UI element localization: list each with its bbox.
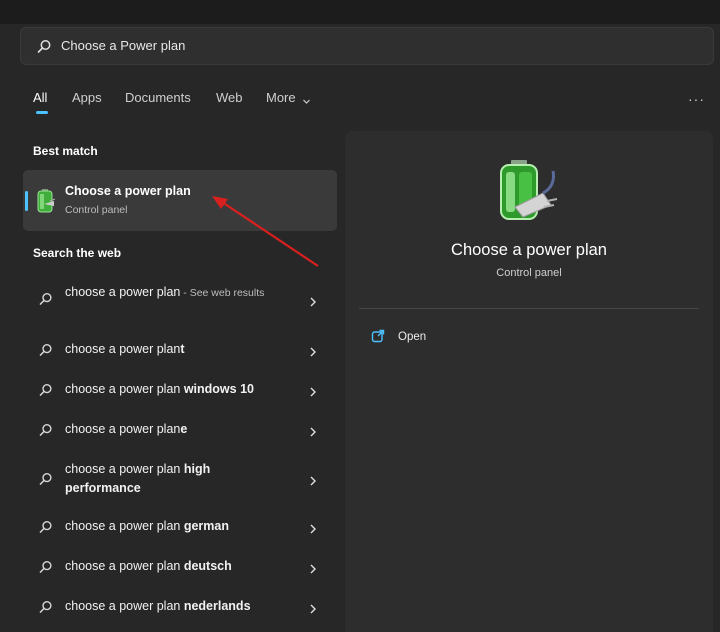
search-icon [39,600,53,619]
best-match-subtitle: Control panel [65,204,128,216]
search-icon [39,472,53,491]
chevron-right-icon[interactable] [309,384,317,402]
preview-panel: Choose a power plan Control panel Open [345,131,713,632]
search-web-label: Search the web [33,246,122,260]
search-icon [39,423,53,442]
web-result-0[interactable]: choose a power plan - See web results [23,276,337,324]
search-icon [39,343,53,362]
chevron-right-icon[interactable] [309,344,317,362]
web-result-5[interactable]: choose a power plan german [23,517,337,537]
preview-title: Choose a power plan [451,241,607,259]
chevron-right-icon[interactable] [309,424,317,442]
search-icon [39,520,53,539]
web-result-text: choose a power plan [65,285,181,299]
open-external-icon[interactable] [371,329,385,348]
tab-apps[interactable]: Apps [72,90,102,105]
selection-accent [25,191,28,211]
web-result-suggestion: e [180,422,188,436]
search-icon [39,292,53,311]
web-result-suggestion: windows 10 [180,382,254,396]
chevron-right-icon[interactable] [309,294,317,312]
chevron-down-icon[interactable] [302,93,311,111]
search-box[interactable]: Choose a Power plan [20,27,714,65]
web-result-text: choose a power plan [65,599,181,613]
search-icon [37,39,52,59]
battery-plug-icon [497,157,561,228]
tab-more[interactable]: More [266,90,296,105]
best-match-title: Choose a power plan [65,184,191,198]
web-result-3[interactable]: choose a power plane [23,420,337,440]
web-result-text: choose a power plan [65,422,181,436]
preview-subtitle: Control panel [496,267,562,279]
divider [359,308,699,309]
web-result-text: choose a power plan [65,382,181,396]
web-result-text: choose a power plan [65,462,181,476]
top-band [0,0,720,24]
tab-web[interactable]: Web [216,90,243,105]
active-tab-indicator [36,111,48,114]
more-options-button[interactable]: ··· [688,91,705,107]
best-match-item[interactable]: Choose a power plan Control panel [23,170,337,231]
search-icon [39,560,53,579]
tab-documents[interactable]: Documents [125,90,191,105]
tab-all[interactable]: All [33,90,47,105]
web-result-suggestion: nederlands [180,599,251,613]
chevron-right-icon[interactable] [309,601,317,619]
web-result-suggestion: t [180,342,185,356]
web-result-2[interactable]: choose a power plan windows 10 [23,380,337,400]
search-icon [39,383,53,402]
web-result-suffix: - See web results [180,287,265,299]
search-input[interactable]: Choose a Power plan [61,38,185,53]
open-action[interactable]: Open [398,331,426,343]
web-result-7[interactable]: choose a power plan nederlands [23,597,337,617]
chevron-right-icon[interactable] [309,561,317,579]
web-result-suggestion: deutsch [180,559,232,573]
best-match-label: Best match [33,144,98,158]
web-result-text: choose a power plan [65,342,181,356]
chevron-right-icon[interactable] [309,473,317,491]
web-result-text: choose a power plan [65,519,181,533]
web-result-4[interactable]: choose a power plan high performance [23,460,337,500]
web-result-suggestion: german [180,519,229,533]
battery-plug-icon [36,188,56,219]
web-result-1[interactable]: choose a power plant [23,340,337,360]
web-result-text: choose a power plan [65,559,181,573]
chevron-right-icon[interactable] [309,521,317,539]
web-result-6[interactable]: choose a power plan deutsch [23,557,337,577]
